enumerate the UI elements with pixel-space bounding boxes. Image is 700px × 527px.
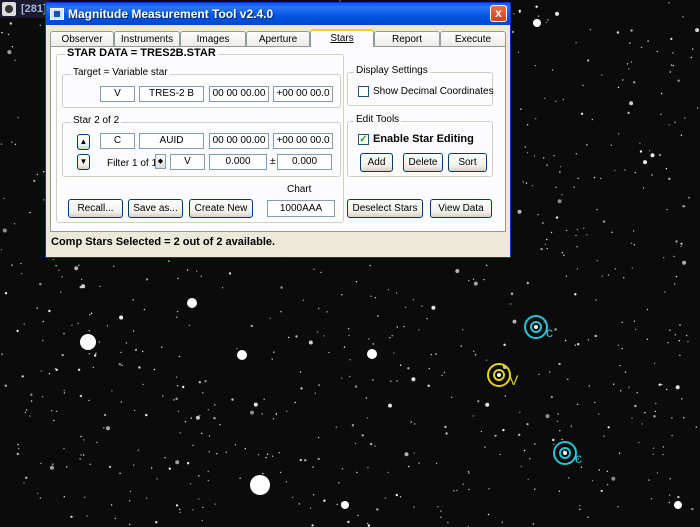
filter-spinner[interactable]: ◆ — [155, 154, 166, 169]
tab-report[interactable]: Report — [374, 31, 440, 46]
marker-c-1-label: c — [546, 324, 553, 340]
tab-observer[interactable]: Observer — [50, 31, 114, 46]
display-settings-label: Display Settings — [354, 65, 430, 76]
star-name-field[interactable]: AUID — [139, 133, 204, 149]
delete-button[interactable]: Delete — [403, 153, 443, 172]
close-icon: x — [495, 6, 502, 20]
recall-button[interactable]: Recall... — [68, 199, 123, 218]
filter-label: Filter 1 of 1 — [107, 158, 158, 169]
create-new-button[interactable]: Create New — [189, 199, 253, 218]
marker-v-label: V — [509, 372, 519, 388]
enable-editing-checkbox[interactable]: ✓ — [358, 134, 369, 145]
target-name-field[interactable]: TRES-2 B — [139, 86, 204, 102]
tab-execute[interactable]: Execute — [440, 31, 506, 46]
enable-editing-label[interactable]: Enable Star Editing — [373, 133, 474, 145]
sort-button[interactable]: Sort — [448, 153, 487, 172]
tab-stars[interactable]: Stars — [310, 29, 374, 47]
filter-spinner-icon: ◆ — [157, 158, 164, 165]
arrow-down-icon: ▼ — [79, 157, 88, 166]
target-dec-field[interactable]: +00 00 00.0 — [273, 86, 333, 102]
star-dec-field[interactable]: +00 00 00.0 — [273, 133, 333, 149]
tab-images[interactable]: Images — [180, 31, 246, 46]
app-icon — [50, 8, 64, 20]
star-prev-button[interactable]: ▲ — [77, 134, 90, 150]
tab-aperture[interactable]: Aperture — [246, 31, 310, 46]
background-window-titlebar: [281] — [0, 0, 50, 18]
tab-bar: Observer Instruments Images Aperture Sta… — [50, 29, 506, 47]
title-bar[interactable]: Magnitude Measurement Tool v2.4.0 x — [46, 3, 510, 25]
close-button[interactable]: x — [490, 5, 507, 22]
camera-icon — [2, 2, 16, 16]
save-as-button[interactable]: Save as... — [128, 199, 183, 218]
star-ra-field[interactable]: 00 00 00.00 — [209, 133, 269, 149]
window-title: Magnitude Measurement Tool v2.4.0 — [68, 7, 274, 21]
chart-label: Chart — [287, 184, 312, 195]
check-icon: ✓ — [359, 134, 368, 145]
add-button[interactable]: Add — [360, 153, 393, 172]
filter-field[interactable]: V — [170, 154, 205, 170]
stars-tab-panel: STAR DATA = TRES2B.STAR Target = Variabl… — [50, 46, 506, 232]
target-ra-field[interactable]: 00 00 00.00 — [209, 86, 269, 102]
tab-instruments[interactable]: Instruments — [114, 31, 180, 46]
chart-field[interactable]: 1000AAA — [267, 200, 335, 217]
star-type-field[interactable]: C — [100, 133, 135, 149]
show-decimal-label[interactable]: Show Decimal Coordinates — [373, 86, 494, 97]
show-decimal-checkbox[interactable] — [358, 86, 369, 97]
star-data-title: STAR DATA = TRES2B.STAR — [65, 47, 218, 59]
arrow-up-icon: ▲ — [79, 137, 88, 146]
star-group-label: Star 2 of 2 — [71, 115, 122, 126]
marker-c-2-label: c — [575, 450, 582, 466]
view-data-button[interactable]: View Data — [430, 199, 492, 218]
star-next-button[interactable]: ▼ — [77, 154, 90, 170]
target-type-field[interactable]: V — [100, 86, 135, 102]
plus-minus-label: ± — [270, 156, 276, 167]
status-text: Comp Stars Selected = 2 out of 2 availab… — [51, 236, 276, 248]
magnitude-field[interactable]: 0.000 — [209, 154, 267, 170]
magnitude-tool-window: Magnitude Measurement Tool v2.4.0 x Obse… — [45, 2, 511, 258]
deselect-stars-button[interactable]: Deselect Stars — [347, 199, 423, 218]
magnitude-error-field[interactable]: 0.000 — [277, 154, 332, 170]
edit-tools-label: Edit Tools — [354, 114, 402, 125]
target-group-label: Target = Variable star — [71, 67, 170, 78]
